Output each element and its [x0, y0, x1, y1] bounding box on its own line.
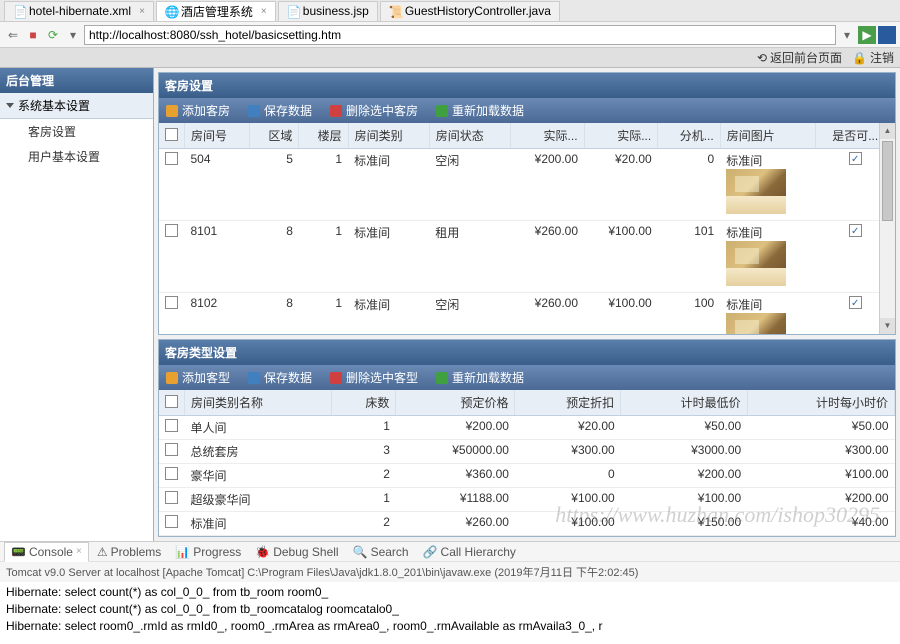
type-panel: 客房类型设置 添加客型 保存数据 删除选中客型 重新加载数据 房间类别名称 床数…: [158, 339, 896, 537]
avail-checkbox[interactable]: [849, 224, 862, 237]
save-icon: [248, 372, 260, 384]
table-row[interactable]: 单人间1¥200.00¥20.00¥50.00¥50.00: [159, 416, 895, 440]
type-panel-title: 客房类型设置: [159, 340, 895, 365]
row-checkbox[interactable]: [165, 152, 178, 165]
java-icon: 📜: [389, 5, 401, 17]
back-button[interactable]: ⇐: [4, 26, 22, 44]
tab-file-2[interactable]: 📄business.jsp: [278, 1, 378, 21]
debug-tab[interactable]: 🐞 Debug Shell: [249, 543, 344, 561]
table-row[interactable]: 超级豪华间1¥1188.00¥100.00¥100.00¥200.00: [159, 488, 895, 512]
room-image: [726, 169, 786, 214]
room-scrollbar[interactable]: ▲ ▼: [879, 123, 895, 334]
console-tab[interactable]: 📟 Console ×: [4, 542, 89, 562]
sidebar-item-user[interactable]: 用户基本设置: [0, 144, 153, 169]
room-panel-title: 客房设置: [159, 73, 895, 98]
reload-type-button[interactable]: 重新加载数据: [433, 368, 527, 387]
market-button[interactable]: [878, 26, 896, 44]
table-row[interactable]: 50451标准间空闲 ¥200.00¥20.000 标准间: [159, 149, 895, 221]
dropdown-button[interactable]: ▾: [838, 26, 856, 44]
row-checkbox[interactable]: [165, 515, 178, 528]
room-panel: 客房设置 添加客房 保存数据 删除选中客房 重新加载数据 房间号 区域 楼层 房…: [158, 72, 896, 335]
row-checkbox[interactable]: [165, 419, 178, 432]
call-hierarchy-tab[interactable]: 🔗 Call Hierarchy: [417, 543, 522, 561]
scroll-down-icon[interactable]: ▼: [880, 318, 895, 334]
console-output[interactable]: Hibernate: select count(*) as col_0_0_ f…: [0, 582, 900, 644]
tab-file-3[interactable]: 📜GuestHistoryController.java: [380, 1, 560, 21]
bottom-tabs: 📟 Console × ⚠ Problems 📊 Progress 🐞 Debu…: [0, 541, 900, 561]
type-grid[interactable]: 房间类别名称 床数 预定价格 预定折扣 计时最低价 计时每小时价 单人间1¥20…: [159, 390, 895, 536]
sidebar: 后台管理 系统基本设置 客房设置 用户基本设置: [0, 68, 154, 541]
tab-file-0[interactable]: 📄hotel-hibernate.xml×: [4, 1, 154, 21]
room-grid[interactable]: 房间号 区域 楼层 房间类别 房间状态 实际... 实际... 分机... 房间…: [159, 123, 895, 334]
table-row[interactable]: 810181标准间租用 ¥260.00¥100.00101 标准间: [159, 221, 895, 293]
sidebar-item-room[interactable]: 客房设置: [0, 119, 153, 144]
sidebar-group[interactable]: 系统基本设置: [0, 93, 153, 119]
room-image: [726, 241, 786, 286]
sidebar-title: 后台管理: [0, 68, 153, 93]
tab-file-1[interactable]: 🌐酒店管理系统×: [156, 1, 276, 21]
delete-icon: [330, 105, 342, 117]
home-button[interactable]: ▾: [64, 26, 82, 44]
delete-room-button[interactable]: 删除选中客房: [327, 101, 421, 120]
reload-button[interactable]: ⟳: [44, 26, 62, 44]
problems-tab[interactable]: ⚠ Problems: [91, 543, 167, 561]
jsp-icon: 📄: [287, 5, 299, 17]
close-icon[interactable]: ×: [261, 6, 267, 17]
delete-type-button[interactable]: 删除选中客型: [327, 368, 421, 387]
add-icon: [166, 372, 178, 384]
select-all-checkbox[interactable]: [165, 128, 178, 141]
row-checkbox[interactable]: [165, 443, 178, 456]
row-checkbox[interactable]: [165, 296, 178, 309]
select-all-checkbox[interactable]: [165, 395, 178, 408]
row-checkbox[interactable]: [165, 224, 178, 237]
avail-checkbox[interactable]: [849, 296, 862, 309]
table-row[interactable]: 豪华间2¥360.000¥200.00¥100.00: [159, 464, 895, 488]
reload-room-button[interactable]: 重新加载数据: [433, 101, 527, 120]
url-input[interactable]: [84, 25, 836, 45]
add-room-button[interactable]: 添加客房: [163, 101, 233, 120]
chevron-down-icon: [6, 103, 14, 108]
table-row[interactable]: 总统套房3¥50000.00¥300.00¥3000.00¥300.00: [159, 440, 895, 464]
table-row[interactable]: 810281标准间空闲 ¥260.00¥100.00100 标准间: [159, 293, 895, 335]
web-icon: 🌐: [165, 5, 177, 17]
close-icon[interactable]: ×: [139, 6, 145, 17]
browser-nav: ⇐ ■ ⟳ ▾ ▾ ▶: [0, 22, 900, 48]
stop-button[interactable]: ■: [24, 26, 42, 44]
progress-tab[interactable]: 📊 Progress: [169, 543, 247, 561]
save-icon: [248, 105, 260, 117]
add-icon: [166, 105, 178, 117]
reload-icon: [436, 105, 448, 117]
save-type-button[interactable]: 保存数据: [245, 368, 315, 387]
room-toolbar: 添加客房 保存数据 删除选中客房 重新加载数据: [159, 98, 895, 123]
reload-icon: [436, 372, 448, 384]
top-right-bar: ⟲ 返回前台页面 🔒 注销: [0, 48, 900, 68]
xml-icon: 📄: [13, 5, 25, 17]
status-line: Tomcat v9.0 Server at localhost [Apache …: [0, 561, 900, 582]
type-toolbar: 添加客型 保存数据 删除选中客型 重新加载数据: [159, 365, 895, 390]
back-front-link[interactable]: ⟲ 返回前台页面: [757, 49, 842, 66]
add-type-button[interactable]: 添加客型: [163, 368, 233, 387]
delete-icon: [330, 372, 342, 384]
table-row[interactable]: 标准间2¥260.00¥100.00¥150.00¥40.00: [159, 512, 895, 536]
go-button[interactable]: ▶: [858, 26, 876, 44]
search-tab[interactable]: 🔍 Search: [347, 543, 415, 561]
row-checkbox[interactable]: [165, 491, 178, 504]
logout-link[interactable]: 🔒 注销: [852, 49, 894, 66]
scroll-thumb[interactable]: [882, 141, 893, 221]
row-checkbox[interactable]: [165, 467, 178, 480]
close-icon[interactable]: ×: [76, 546, 82, 557]
room-image: [726, 313, 786, 334]
save-room-button[interactable]: 保存数据: [245, 101, 315, 120]
scroll-up-icon[interactable]: ▲: [880, 123, 895, 139]
avail-checkbox[interactable]: [849, 152, 862, 165]
editor-tabs: 📄hotel-hibernate.xml× 🌐酒店管理系统× 📄business…: [0, 0, 900, 22]
